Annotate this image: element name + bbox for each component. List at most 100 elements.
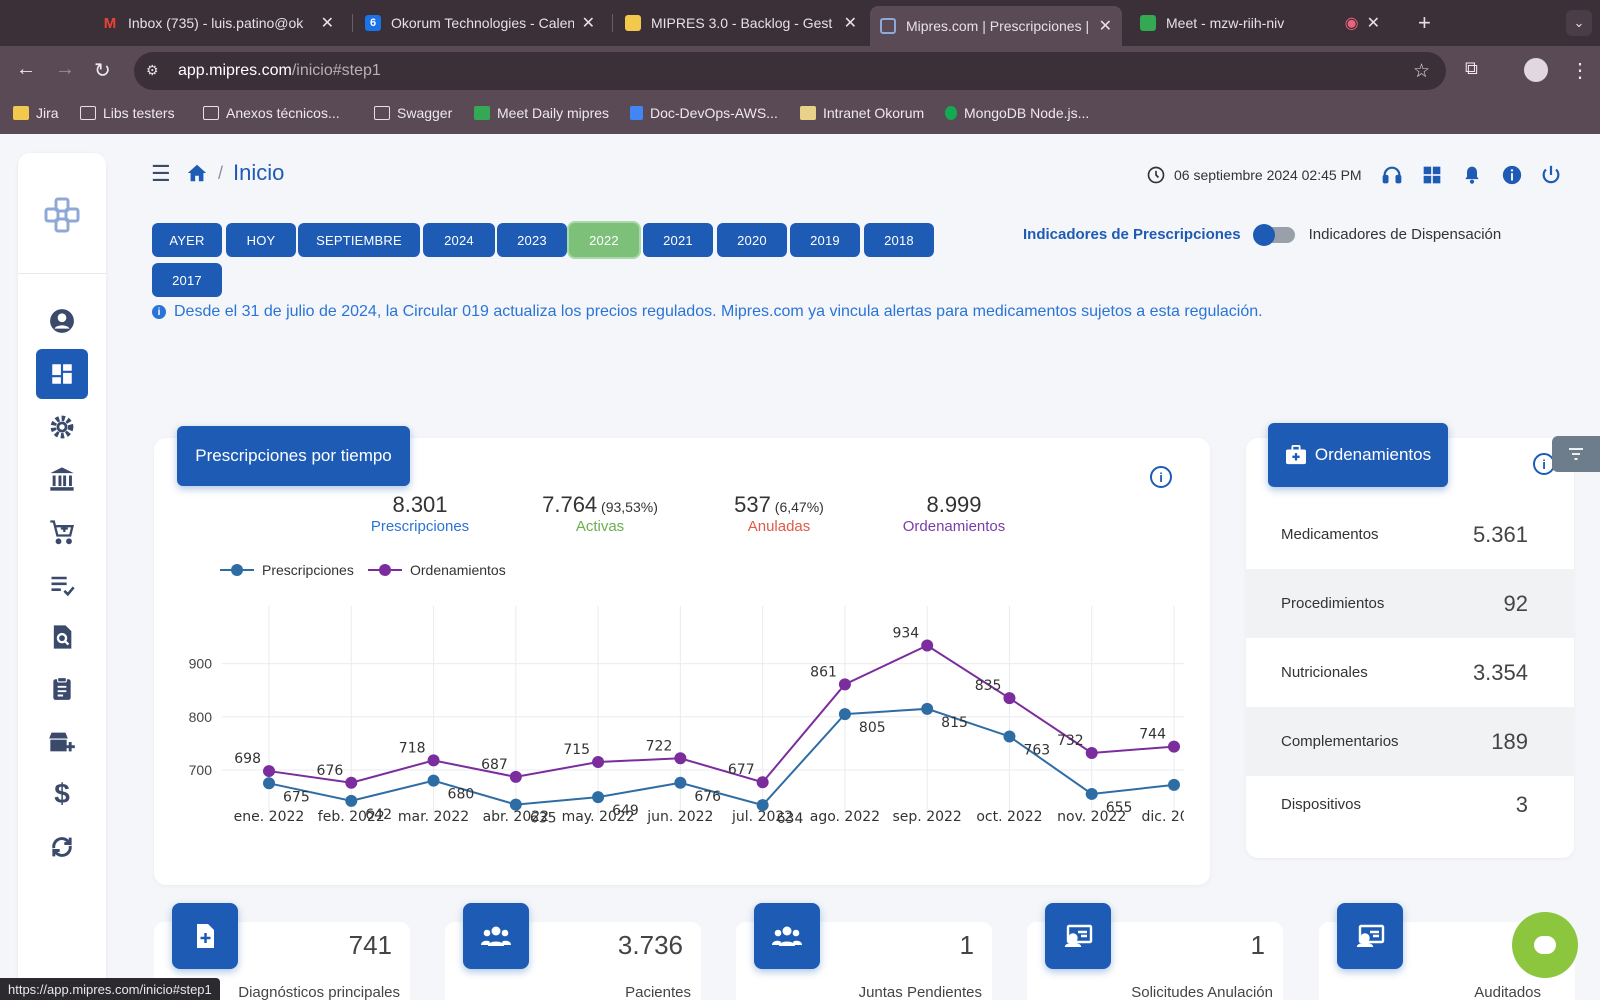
address-bar[interactable]: ⚙ app.mipres.com/inicio#step1 ☆ xyxy=(134,52,1446,90)
close-icon[interactable]: ✕ xyxy=(844,13,857,33)
kpi-ordenamientos: 8.999 Ordenamientos xyxy=(864,492,1044,535)
ord-value: 3.354 xyxy=(1472,659,1528,685)
browser-tab-gmail[interactable]: M Inbox (735) - luis.patino@ok ✕ xyxy=(92,6,344,40)
filter-button-2023[interactable]: 2023 xyxy=(497,223,567,257)
filter-button-2021[interactable]: 2021 xyxy=(643,223,713,257)
indicadores-prescripciones-label[interactable]: Indicadores de Prescripciones xyxy=(1023,226,1241,243)
ord-row-medicamentos[interactable]: Medicamentos 5.361 xyxy=(1246,500,1574,569)
browser-tab-calendar[interactable]: 6 Okorum Technologies - Calen ✕ xyxy=(355,6,605,40)
clipboard-icon[interactable] xyxy=(44,671,80,707)
extensions-icon[interactable]: ⧉ xyxy=(1465,58,1478,79)
bookmark-meet-daily[interactable]: Meet Daily mipres xyxy=(474,105,609,121)
info-icon[interactable] xyxy=(1500,163,1524,187)
mipres-icon xyxy=(880,18,896,34)
indicator-toggle-row: Indicadores de Prescripciones Indicadore… xyxy=(1023,223,1502,246)
data-label: 835 xyxy=(975,678,1002,694)
close-icon[interactable]: ✕ xyxy=(582,13,595,33)
browser-tab-jira[interactable]: MIPRES 3.0 - Backlog - Gest ✕ xyxy=(615,6,867,40)
ord-value: 5.361 xyxy=(1472,521,1528,547)
ord-row-nutricionales[interactable]: Nutricionales 3.354 xyxy=(1246,638,1574,707)
ord-title-text: Ordenamientos xyxy=(1314,445,1432,464)
legend-label: Ordenamientos xyxy=(410,562,506,578)
browser-tab-meet[interactable]: Meet - mzw-riih-niv ◉ ✕ xyxy=(1130,6,1390,40)
folder-icon xyxy=(374,106,390,120)
browser-tab-mipres[interactable]: Mipres.com | Prescripciones | ✕ xyxy=(870,6,1122,46)
filter-button-septiembre[interactable]: SEPTIEMBRE xyxy=(298,223,420,257)
app-sidebar: $ xyxy=(18,153,106,1000)
bell-icon[interactable] xyxy=(1460,163,1484,187)
headset-icon[interactable] xyxy=(1380,163,1404,187)
users-icon xyxy=(754,903,820,969)
filter-button-2024[interactable]: 2024 xyxy=(423,223,495,257)
profile-avatar[interactable] xyxy=(1524,58,1548,82)
new-tab-button[interactable]: + xyxy=(1418,10,1431,36)
reload-icon[interactable]: ↻ xyxy=(94,58,111,83)
bank-icon[interactable] xyxy=(44,461,80,497)
ord-row-complementarios[interactable]: Complementarios 189 xyxy=(1246,707,1574,776)
close-icon[interactable]: ✕ xyxy=(1099,16,1112,36)
add-business-icon[interactable] xyxy=(44,724,80,760)
ord-name: Dispositivos xyxy=(1281,796,1362,813)
bookmark-anexos[interactable]: Anexos técnicos... xyxy=(203,105,340,121)
back-icon[interactable]: ← xyxy=(16,58,36,81)
bookmark-label: Meet Daily mipres xyxy=(497,105,610,121)
filter-button-2019[interactable]: 2019 xyxy=(790,223,860,257)
tab-title: Mipres.com | Prescripciones | xyxy=(906,18,1090,34)
checklist-icon[interactable] xyxy=(44,567,80,603)
data-point xyxy=(345,776,358,789)
stat-label: Pacientes xyxy=(625,984,691,1000)
tab-search-button[interactable]: ⌄ xyxy=(1566,10,1592,36)
chat-button[interactable] xyxy=(1512,912,1578,978)
mipres-logo[interactable] xyxy=(44,197,82,235)
data-point xyxy=(509,770,522,783)
indicadores-dispensacion-label[interactable]: Indicadores de Dispensación xyxy=(1309,226,1502,243)
ord-row-dispositivos[interactable]: Dispositivos 3 xyxy=(1246,770,1574,839)
bookmark-star-icon[interactable]: ☆ xyxy=(1413,60,1430,83)
document-search-icon[interactable] xyxy=(44,619,80,655)
filter-button-2018[interactable]: 2018 xyxy=(864,223,934,257)
kpi-activas: 7.764 (93,53%) Activas xyxy=(510,492,690,535)
chart-card-title[interactable]: Prescripciones por tiempo xyxy=(177,426,410,486)
x-tick-label: ene. 2022 xyxy=(234,809,305,825)
bookmark-mongodb[interactable]: MongoDB Node.js... xyxy=(945,105,1089,121)
ordenamientos-card-title[interactable]: Ordenamientos xyxy=(1268,423,1448,487)
add-to-cart-icon[interactable] xyxy=(44,514,80,550)
data-point xyxy=(1085,787,1098,800)
kpi-label: Activas xyxy=(575,518,625,535)
dollar-icon[interactable]: $ xyxy=(44,776,80,812)
bookmark-jira[interactable]: Jira xyxy=(13,105,59,121)
close-icon[interactable]: ✕ xyxy=(1367,13,1380,33)
chart-info-icon[interactable]: i xyxy=(1150,466,1172,488)
power-icon[interactable] xyxy=(1539,163,1563,187)
filter-button-2022[interactable]: 2022 xyxy=(569,223,639,257)
data-label: 715 xyxy=(563,742,590,758)
filter-button-hoy[interactable]: HOY xyxy=(226,223,296,257)
bookmark-swagger[interactable]: Swagger xyxy=(374,105,452,121)
sync-icon[interactable] xyxy=(44,829,80,865)
home-icon[interactable] xyxy=(186,162,208,184)
bookmark-doc-devops[interactable]: Doc-DevOps-AWS... xyxy=(630,105,778,121)
settings-gear-icon[interactable] xyxy=(44,409,80,445)
ord-row-procedimientos[interactable]: Procedimientos 92 xyxy=(1246,569,1574,638)
user-icon[interactable] xyxy=(44,303,80,339)
apps-grid-icon[interactable] xyxy=(1420,163,1444,187)
stat-label: Auditados xyxy=(1474,984,1541,1000)
collapse-menu-icon[interactable]: ☰ xyxy=(151,161,171,187)
close-icon[interactable]: ✕ xyxy=(321,13,334,33)
indicator-switch[interactable] xyxy=(1252,223,1295,246)
filter-button-2017[interactable]: 2017 xyxy=(152,263,222,297)
data-label: 676 xyxy=(317,763,344,779)
browser-menu-icon[interactable]: ⋮ xyxy=(1570,58,1590,83)
bookmark-intranet[interactable]: Intranet Okorum xyxy=(800,105,924,121)
forward-icon[interactable]: → xyxy=(55,58,75,81)
filter-button-ayer[interactable]: AYER xyxy=(152,223,222,257)
bookmark-libs-testers[interactable]: Libs testers xyxy=(80,105,175,121)
filter-button-2020[interactable]: 2020 xyxy=(717,223,787,257)
ord-value: 3 xyxy=(1515,791,1528,817)
dashboard-icon[interactable] xyxy=(36,349,88,399)
url-text[interactable]: app.mipres.com/inicio#step1 xyxy=(178,62,381,80)
clock-icon xyxy=(1147,166,1165,184)
x-tick-label: oct. 2022 xyxy=(976,809,1042,825)
filter-panel-tab[interactable] xyxy=(1552,436,1600,472)
site-settings-icon[interactable]: ⚙ xyxy=(146,62,164,80)
